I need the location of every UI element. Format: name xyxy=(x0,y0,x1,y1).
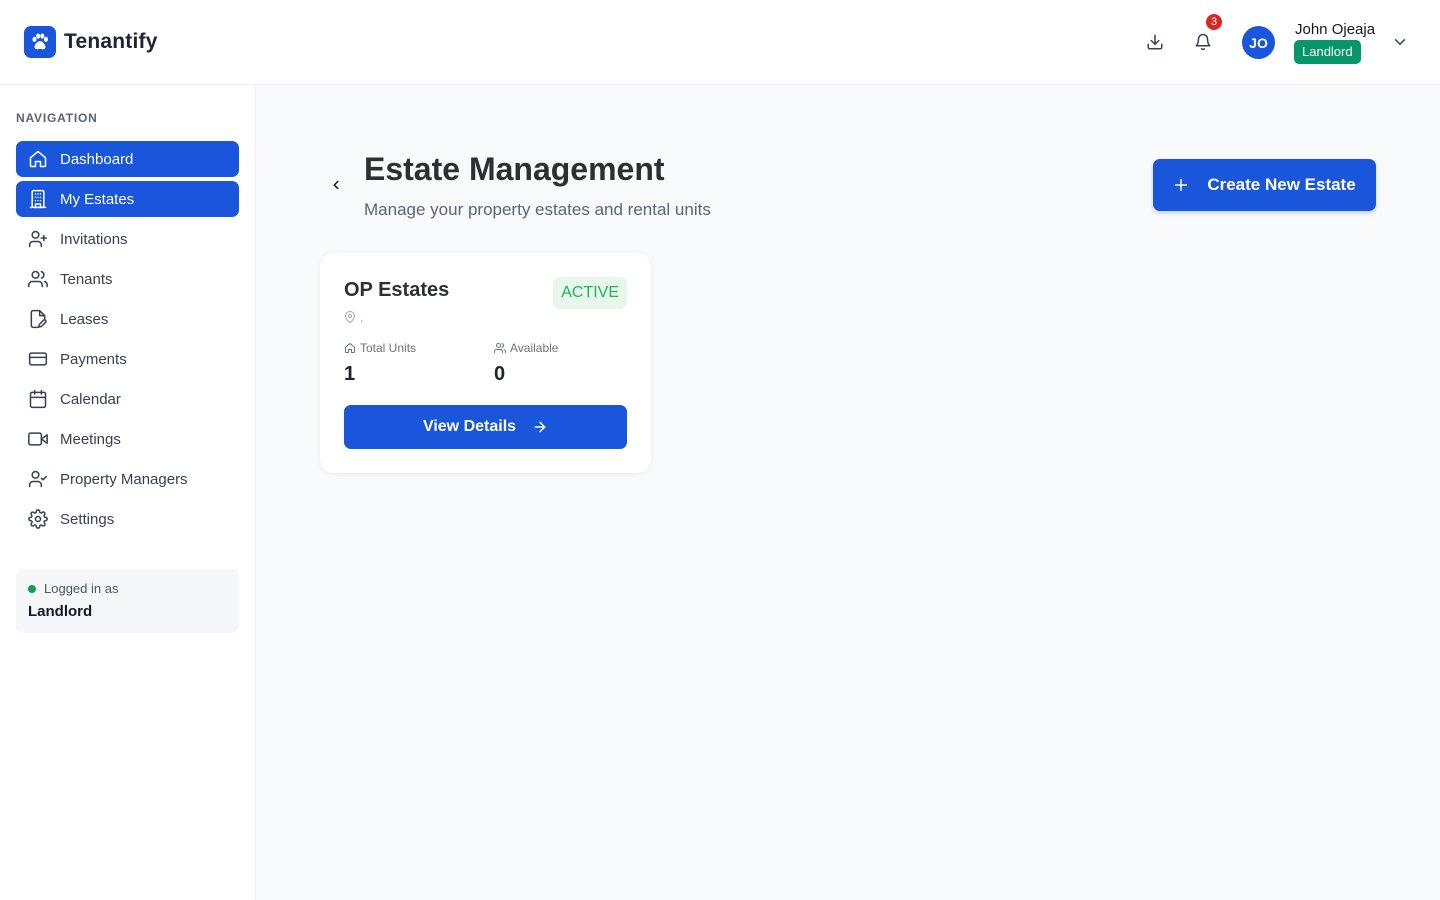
plus-icon xyxy=(1173,177,1189,193)
total-units-value: 1 xyxy=(344,363,356,385)
estate-name: OP Estates xyxy=(344,279,450,301)
notification-count-badge: 3 xyxy=(1206,14,1222,30)
building-icon xyxy=(28,189,48,209)
user-avatar[interactable]: JO xyxy=(1242,26,1275,59)
app-name: Tenantify xyxy=(64,30,158,53)
sidebar-item-label: Meetings xyxy=(60,430,121,448)
login-status-box: Logged in as Landlord xyxy=(16,569,239,633)
sidebar-item-leases[interactable]: Leases xyxy=(16,301,239,337)
sidebar-item-property-managers[interactable]: Property Managers xyxy=(16,461,239,497)
sidebar-item-dashboard[interactable]: Dashboard xyxy=(16,141,239,177)
sidebar-item-label: Payments xyxy=(60,350,127,368)
sidebar-item-label: Invitations xyxy=(60,230,128,248)
estate-location: , xyxy=(344,310,363,324)
app-logo[interactable]: Tenantify xyxy=(24,26,158,58)
sidebar: NAVIGATION Dashboard My Estates Invitati… xyxy=(0,85,256,900)
total-units-label: Total Units xyxy=(360,341,417,355)
sidebar-item-label: Dashboard xyxy=(60,150,134,168)
nav-heading: NAVIGATION xyxy=(16,111,98,125)
user-name: John Ojeaja xyxy=(1295,21,1376,38)
gear-icon xyxy=(28,509,48,529)
user-check-icon xyxy=(28,469,48,489)
create-estate-label: Create New Estate xyxy=(1207,175,1356,194)
sidebar-item-label: Leases xyxy=(60,310,109,328)
map-pin-icon xyxy=(344,311,356,323)
file-edit-icon xyxy=(28,309,48,329)
users-icon xyxy=(28,269,48,289)
sidebar-item-my-estates[interactable]: My Estates xyxy=(16,181,239,217)
credit-card-icon xyxy=(28,349,48,369)
sidebar-item-settings[interactable]: Settings xyxy=(16,501,239,537)
available-value: 0 xyxy=(494,363,506,385)
bell-icon[interactable] xyxy=(1191,30,1215,54)
view-details-label: View Details xyxy=(422,418,517,435)
sidebar-item-label: Property Managers xyxy=(60,470,188,488)
sidebar-item-label: Calendar xyxy=(60,390,121,408)
estate-location-text: , xyxy=(360,310,364,324)
login-role: Landlord xyxy=(28,603,93,620)
online-status-dot xyxy=(28,585,36,593)
view-details-button[interactable]: View Details xyxy=(344,405,627,449)
home-icon xyxy=(28,149,48,169)
sidebar-item-meetings[interactable]: Meetings xyxy=(16,421,239,457)
sidebar-item-invitations[interactable]: Invitations xyxy=(16,221,239,257)
sidebar-item-tenants[interactable]: Tenants xyxy=(16,261,239,297)
nav-list: Dashboard My Estates Invitations Tenants xyxy=(16,141,239,541)
create-estate-button[interactable]: Create New Estate xyxy=(1153,159,1376,211)
available-units-stat: Available 0 xyxy=(494,341,558,386)
sidebar-item-label: My Estates xyxy=(60,190,135,208)
chevron-left-icon[interactable] xyxy=(328,173,344,197)
home-icon xyxy=(344,342,356,354)
sidebar-item-calendar[interactable]: Calendar xyxy=(16,381,239,417)
arrow-right-icon xyxy=(532,419,548,435)
calendar-icon xyxy=(28,389,48,409)
users-icon xyxy=(494,342,506,354)
paw-logo-icon xyxy=(24,26,56,58)
available-label: Available xyxy=(510,341,559,355)
download-icon[interactable] xyxy=(1143,30,1167,54)
status-badge: ACTIVE xyxy=(553,277,627,309)
page-subtitle: Manage your property estates and rental … xyxy=(364,200,711,219)
login-label: Logged in as xyxy=(44,581,119,596)
sidebar-item-label: Settings xyxy=(60,510,115,528)
top-header: Tenantify 3 JO John Ojeaja Landlord xyxy=(0,0,1440,85)
total-units-stat: Total Units 1 xyxy=(344,341,416,386)
video-icon xyxy=(28,429,48,449)
chevron-down-icon[interactable] xyxy=(1391,33,1409,56)
user-plus-icon xyxy=(28,229,48,249)
sidebar-item-label: Tenants xyxy=(60,270,113,288)
page-title: Estate Management xyxy=(364,151,665,187)
main-content: Estate Management Manage your property e… xyxy=(256,85,1440,900)
user-role-badge: Landlord xyxy=(1294,40,1361,64)
sidebar-item-payments[interactable]: Payments xyxy=(16,341,239,377)
estate-card: OP Estates ACTIVE , Total Units 1 Availa… xyxy=(320,253,651,473)
